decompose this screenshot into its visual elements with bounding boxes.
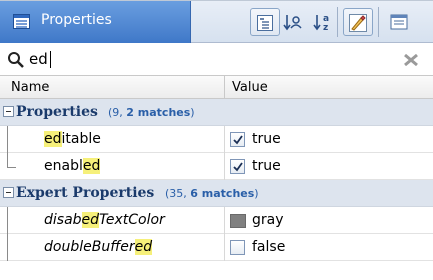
property-row[interactable]: doubleBuffered false <box>0 234 433 261</box>
tree-line <box>7 234 8 261</box>
category-match-count: (9, 2 matches) <box>108 106 195 119</box>
property-value[interactable]: gray <box>252 212 284 228</box>
column-divider <box>224 234 225 261</box>
search-bar <box>0 43 433 76</box>
toolbar-separator <box>337 7 338 37</box>
search-icon <box>7 51 25 73</box>
property-row[interactable]: enabled true <box>0 153 433 180</box>
sort-by-category-button[interactable] <box>279 8 309 36</box>
category-row-properties[interactable]: Properties (9, 2 matches) <box>0 99 433 126</box>
column-header: Name Value <box>0 76 433 99</box>
column-divider[interactable] <box>224 76 225 99</box>
name-column-header[interactable]: Name <box>11 80 49 95</box>
match-highlight: ed <box>81 212 100 228</box>
property-row[interactable]: editable true <box>0 126 433 153</box>
tree-line <box>7 153 8 168</box>
window-title: Properties <box>41 12 112 28</box>
search-input[interactable] <box>29 48 389 70</box>
property-value: true <box>252 131 281 147</box>
toolbar-separator <box>378 7 379 37</box>
properties-title-tab[interactable]: Properties <box>0 1 191 43</box>
column-divider <box>224 126 225 153</box>
property-name: enabled <box>44 158 101 174</box>
property-checkbox[interactable] <box>230 240 245 255</box>
column-divider <box>224 153 225 180</box>
property-row[interactable]: disabedTextColor gray <box>0 207 433 234</box>
match-highlight: ed <box>82 158 101 174</box>
column-divider <box>224 207 225 234</box>
property-value: true <box>252 158 281 174</box>
match-highlight: ed <box>44 131 62 147</box>
sort-alphabetical-button[interactable]: a z <box>309 8 339 36</box>
category-row-expert-properties[interactable]: Expert Properties (35, 6 matches) <box>0 180 433 207</box>
value-column-header[interactable]: Value <box>232 80 268 95</box>
tree-line <box>7 207 8 234</box>
tree-line <box>7 126 8 153</box>
category-match-count: (35, 6 matches) <box>165 187 259 200</box>
color-swatch[interactable] <box>230 214 246 228</box>
categorized-view-button[interactable] <box>250 8 280 36</box>
property-checkbox[interactable] <box>230 159 245 174</box>
properties-list-icon <box>13 14 30 29</box>
collapse-toggle-icon[interactable] <box>3 106 14 117</box>
text-caret <box>50 51 51 68</box>
match-highlight: ed <box>134 239 153 255</box>
collapse-toggle-icon[interactable] <box>3 187 14 198</box>
property-name: editable <box>44 131 101 147</box>
show-expert-button[interactable] <box>343 8 373 36</box>
help-button[interactable] <box>384 8 414 36</box>
close-icon[interactable] <box>404 53 418 70</box>
properties-window: Properties a z ed Name Value Properties … <box>0 0 433 280</box>
property-name: disabedTextColor <box>44 212 165 228</box>
property-value: false <box>252 239 286 255</box>
property-checkbox[interactable] <box>230 132 245 147</box>
category-label: Properties <box>16 104 98 120</box>
checkmark-icon <box>233 162 243 172</box>
checkmark-icon <box>233 135 243 145</box>
properties-toolbar: Properties a z <box>0 1 433 43</box>
svg-text:z: z <box>323 23 328 32</box>
tree-branch <box>7 167 16 168</box>
category-label: Expert Properties <box>16 185 155 201</box>
property-name: doubleBuffered <box>44 239 153 255</box>
